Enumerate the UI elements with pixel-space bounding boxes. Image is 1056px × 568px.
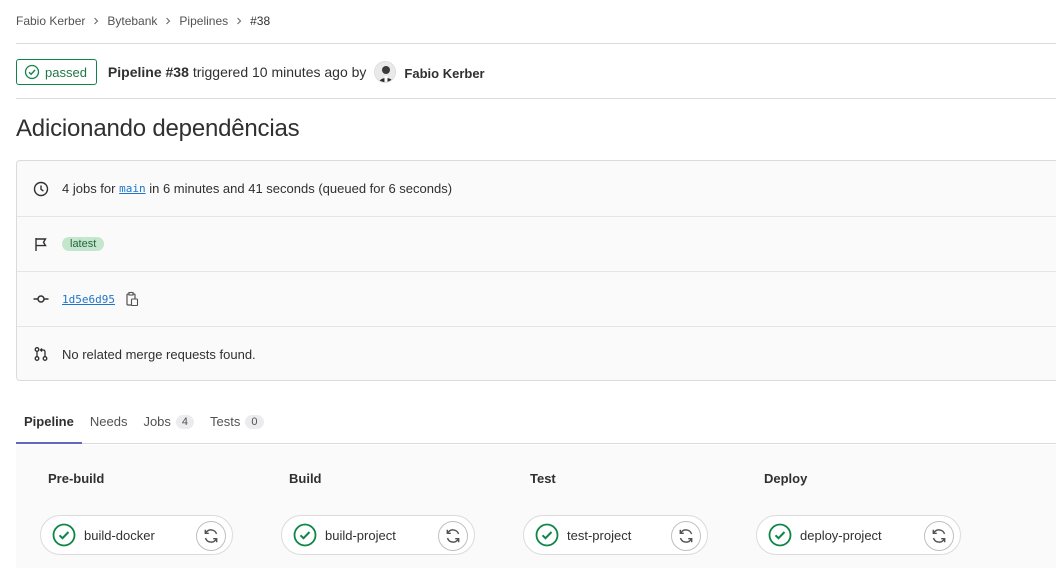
retry-icon[interactable] [671, 521, 701, 551]
chevron-right-icon [232, 12, 246, 30]
breadcrumb-current[interactable]: #38 [250, 14, 270, 28]
job-build-project[interactable]: build-project [281, 515, 475, 555]
tests-count-badge: 0 [245, 414, 264, 429]
pipeline-graph: Pre-build build-docker Build build-proje… [16, 445, 1056, 568]
status-badge[interactable]: passed [16, 59, 97, 85]
breadcrumb-project[interactable]: Bytebank [107, 14, 157, 28]
tab-label: Tests [210, 414, 241, 429]
job-name: test-project [567, 527, 632, 543]
stage-title: Test [530, 471, 556, 486]
tab-label: Jobs [143, 414, 171, 429]
merge-request-icon [33, 346, 49, 362]
stage-title: Build [289, 471, 322, 486]
job-deploy-project[interactable]: deploy-project [756, 515, 961, 555]
stage-title: Pre-build [48, 471, 105, 486]
retry-icon[interactable] [924, 521, 954, 551]
check-circle-icon [293, 523, 317, 547]
info-row-commit: 1d5e6d95 [17, 271, 1056, 326]
tab-jobs[interactable]: Jobs 4 [135, 400, 202, 443]
commit-icon [33, 291, 49, 307]
check-circle-icon [52, 523, 76, 547]
pipeline-tabs: Pipeline Needs Jobs 4 Tests 0 [16, 400, 1056, 444]
check-circle-icon [535, 523, 559, 547]
latest-badge: latest [62, 237, 105, 251]
retry-icon[interactable] [438, 521, 468, 551]
job-build-docker[interactable]: build-docker [40, 515, 233, 555]
tab-tests[interactable]: Tests 0 [202, 400, 271, 443]
copy-icon[interactable] [124, 291, 140, 307]
job-name: build-project [325, 527, 396, 543]
chevron-right-icon [161, 12, 175, 30]
avatar[interactable] [374, 61, 397, 83]
pipeline-info-panel: 4 jobs for main in 6 minutes and 41 seco… [16, 160, 1056, 381]
tab-pipeline[interactable]: Pipeline [16, 400, 82, 444]
page-title: Adicionando dependências [16, 115, 300, 142]
check-circle-icon [24, 64, 40, 80]
breadcrumb-user[interactable]: Fabio Kerber [16, 14, 85, 28]
retry-icon[interactable] [196, 521, 226, 551]
pipeline-id: Pipeline #38 [107, 64, 189, 80]
job-name: deploy-project [800, 527, 882, 543]
chevron-right-icon [89, 12, 103, 30]
triggered-text: triggered 10 minutes ago by [192, 64, 367, 80]
author-name[interactable]: Fabio Kerber [404, 66, 484, 81]
duration-suffix: in 6 minutes and 41 seconds (queued for … [149, 181, 453, 196]
info-row-merge-requests: No related merge requests found. [17, 326, 1056, 381]
duration-prefix: 4 jobs for [62, 181, 116, 196]
job-test-project[interactable]: test-project [523, 515, 708, 555]
tab-label: Needs [89, 414, 128, 429]
pipeline-header: passed Pipeline #38 triggered 10 minutes… [16, 58, 485, 86]
divider [16, 98, 1056, 99]
check-circle-icon [768, 523, 792, 547]
breadcrumb: Fabio Kerber Bytebank Pipelines #38 [16, 12, 270, 30]
commit-sha-link[interactable]: 1d5e6d95 [62, 293, 115, 306]
tab-needs[interactable]: Needs [82, 400, 136, 443]
info-row-tag: latest [17, 216, 1056, 271]
branch-link[interactable]: main [119, 182, 146, 195]
tab-label: Pipeline [24, 413, 74, 429]
info-row-duration: 4 jobs for main in 6 minutes and 41 seco… [17, 161, 1056, 216]
status-label: passed [45, 64, 87, 80]
job-name: build-docker [84, 527, 155, 543]
pipeline-summary: Pipeline #38 triggered 10 minutes ago by… [108, 61, 485, 83]
stage-title: Deploy [764, 471, 808, 486]
jobs-count-badge: 4 [175, 414, 195, 429]
breadcrumb-pipelines[interactable]: Pipelines [179, 14, 228, 28]
flag-icon [33, 236, 49, 252]
divider [16, 43, 1056, 44]
clock-icon [33, 181, 49, 197]
merge-requests-text: No related merge requests found. [62, 346, 256, 362]
